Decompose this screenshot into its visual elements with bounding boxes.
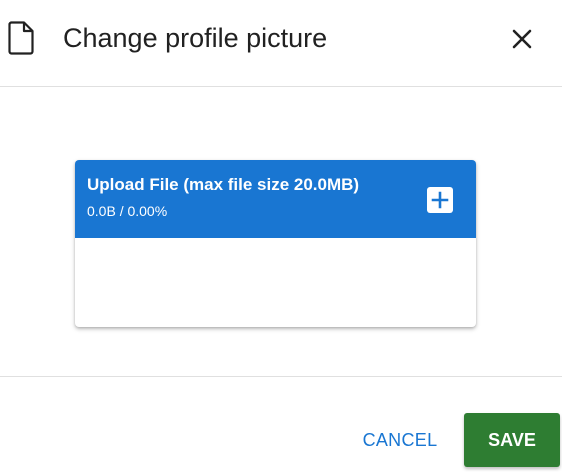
dialog-header: Change profile picture xyxy=(0,0,562,87)
upload-title: Upload File (max file size 20.0MB) xyxy=(87,175,360,194)
upload-drop-area[interactable] xyxy=(75,238,476,327)
add-file-button[interactable] xyxy=(427,187,453,213)
close-icon xyxy=(506,23,538,55)
file-icon xyxy=(8,21,34,55)
footer-divider xyxy=(0,376,562,377)
change-profile-picture-dialog: Change profile picture Upload File (max … xyxy=(0,0,562,472)
dialog-title: Change profile picture xyxy=(63,23,328,53)
save-button[interactable]: SAVE xyxy=(464,413,560,467)
upload-file-panel: Upload File (max file size 20.0MB) 0.0B … xyxy=(75,160,476,327)
plus-icon xyxy=(427,187,453,213)
upload-header: Upload File (max file size 20.0MB) 0.0B … xyxy=(75,160,476,238)
upload-progress: 0.0B / 0.00% xyxy=(87,203,168,219)
close-button[interactable] xyxy=(506,23,538,55)
cancel-button[interactable]: CANCEL xyxy=(348,421,452,459)
